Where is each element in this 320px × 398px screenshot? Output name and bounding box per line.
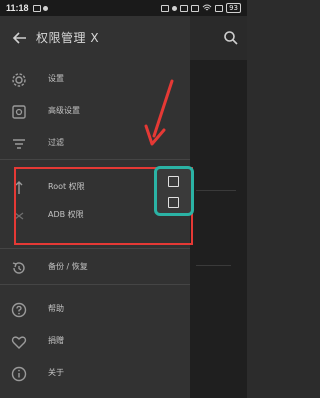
menu-item-about[interactable]: 关于 (0, 362, 190, 386)
clock-icon (172, 5, 178, 11)
menu-divider (0, 284, 190, 285)
adb-permission-checkbox[interactable] (168, 197, 179, 208)
filter-icon (13, 139, 25, 149)
backup-restore-icon (12, 262, 25, 274)
menu-divider (0, 159, 190, 160)
status-time: 11:18 (6, 3, 29, 13)
status-bar: 11:18 93 (0, 0, 247, 16)
battery-indicator: 93 (226, 3, 241, 13)
menu-divider (0, 248, 190, 249)
wifi-icon (202, 4, 212, 11)
search-icon[interactable] (222, 29, 240, 47)
signal-icon (180, 4, 189, 12)
menu-item-help[interactable]: 帮助 (0, 298, 190, 322)
back-arrow-icon[interactable] (10, 28, 30, 48)
menu-item-label: 过滤 (48, 138, 64, 147)
menu-item-label: 设置 (48, 74, 64, 83)
drawer-header: 权限管理 X (0, 16, 247, 60)
annotation-arrow-icon (144, 79, 174, 146)
background-divider (196, 190, 236, 191)
menu-item-label: 高级设置 (48, 106, 80, 115)
annotation-checkbox-highlight (154, 166, 194, 216)
heart-icon (11, 336, 27, 349)
menu-item-label: 备份 / 恢复 (48, 262, 88, 271)
menu-item-label: 捐赠 (48, 336, 64, 345)
menu-item-backup-restore[interactable]: 备份 / 恢复 (0, 256, 190, 280)
signal-strength-icon (215, 4, 224, 12)
notification-icon (32, 4, 41, 12)
menu-item-label: 帮助 (48, 304, 64, 313)
gear-icon (12, 73, 26, 87)
vibrate-icon (191, 4, 200, 12)
notification-icon (42, 5, 48, 11)
advanced-settings-icon (12, 105, 26, 119)
page-title: 权限管理 X (36, 31, 100, 45)
root-permission-checkbox[interactable] (168, 176, 179, 187)
sim-icon (161, 4, 170, 12)
menu-item-label: 关于 (48, 368, 64, 377)
notification-icons (32, 4, 48, 12)
info-icon (11, 366, 27, 382)
menu-item-donate[interactable]: 捐赠 (0, 330, 190, 354)
background-divider (196, 265, 231, 266)
help-icon (11, 302, 27, 318)
system-icons: 93 (161, 3, 241, 13)
